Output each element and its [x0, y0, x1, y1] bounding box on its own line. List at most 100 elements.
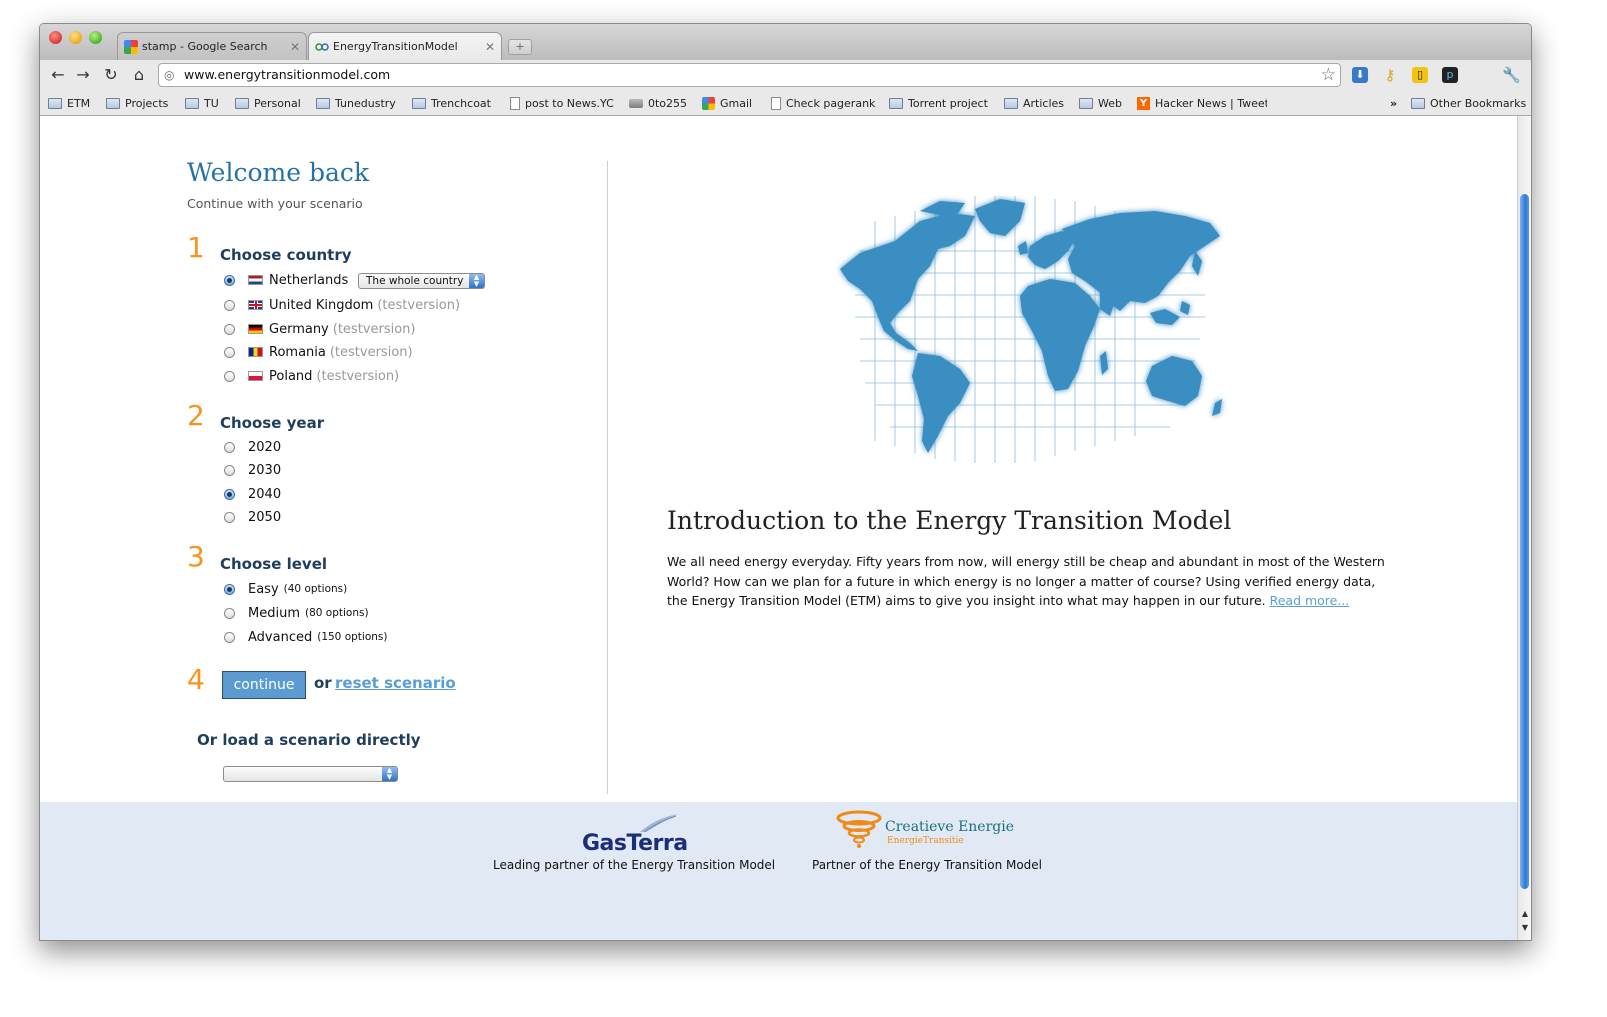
tab-close-icon[interactable]: ✕ [288, 40, 302, 54]
bookmark-folder[interactable]: Web [1079, 95, 1122, 111]
pinboard-extension-icon[interactable]: p [1442, 67, 1458, 83]
read-more-link[interactable]: Read more... [1270, 593, 1350, 608]
page-icon [771, 96, 781, 110]
country-label: Romania [269, 344, 326, 360]
url-text: www.energytransitionmodel.com [184, 67, 391, 82]
level-options-count: (40 options) [283, 583, 348, 595]
bookmarks-bar: ETM Projects TU Personal Tunedustry Tren… [40, 91, 1531, 116]
step-number: 4 [187, 663, 205, 696]
folder-icon [185, 97, 199, 109]
download-extension-icon[interactable]: ⬇ [1352, 67, 1368, 83]
step-title-year: Choose year [220, 414, 325, 432]
bookmark-folder[interactable]: Tunedustry [316, 95, 396, 111]
radio-button[interactable] [224, 441, 235, 453]
year-option-2020[interactable]: 2020 [224, 438, 281, 456]
home-button[interactable]: ⌂ [128, 65, 150, 85]
year-option-2030[interactable]: 2030 [224, 461, 281, 479]
country-option-romania[interactable]: Romania (testversion) [224, 343, 413, 361]
creatieve-energie-swirl-icon [836, 810, 882, 848]
year-option-2040[interactable]: 2040 [224, 485, 281, 503]
bookmark-folder[interactable]: Torrent project [889, 95, 988, 111]
radio-button[interactable] [224, 323, 235, 335]
bookmark-label: Hacker News | Tweet [1155, 96, 1267, 110]
continue-button[interactable]: continue [222, 671, 306, 699]
bookmark-folder[interactable]: TU [185, 95, 219, 111]
close-window-button[interactable] [49, 31, 62, 44]
tab-energy-transition-model[interactable]: EnergyTransitionModel ✕ [308, 32, 502, 60]
radio-button[interactable] [224, 299, 235, 311]
radio-button[interactable] [224, 274, 235, 286]
bookmark-folder[interactable]: Trenchcoat [412, 95, 491, 111]
bookmark-folder[interactable]: Personal [235, 95, 301, 111]
radio-button[interactable] [224, 511, 235, 523]
scroll-down-arrow-icon[interactable]: ▼ [1518, 922, 1531, 934]
scrollbar-thumb[interactable] [1520, 194, 1529, 889]
radio-button[interactable] [224, 464, 235, 476]
wrench-menu-icon[interactable]: 🔧 [1502, 67, 1521, 83]
bookmark-star-icon[interactable]: ☆ [1321, 65, 1336, 85]
year-label: 2020 [248, 439, 282, 455]
folder-icon [1004, 97, 1018, 109]
country-option-netherlands[interactable]: Netherlands [224, 271, 348, 289]
romania-flag-icon [248, 347, 263, 357]
folder-icon [316, 97, 330, 109]
reset-scenario-link[interactable]: reset scenario [335, 674, 456, 692]
forward-button[interactable]: → [72, 65, 94, 85]
back-button[interactable]: ← [47, 65, 69, 85]
bookmark-label: » [1390, 96, 1398, 110]
country-option-united-kingdom[interactable]: United Kingdom (testversion) [224, 296, 460, 314]
google-icon [702, 96, 715, 110]
scroll-up-arrow-icon[interactable]: ▲ [1518, 908, 1531, 920]
netherlands-flag-icon [248, 275, 263, 285]
bookmark-link[interactable]: Y Hacker News | Tweet [1137, 95, 1267, 111]
testversion-note: (testversion) [316, 368, 400, 384]
gasterra-logo[interactable]: GasTerra [582, 831, 688, 856]
tab-google-search[interactable]: stamp - Google Search ✕ [117, 32, 307, 60]
country-label: United Kingdom [269, 297, 374, 313]
load-scenario-select[interactable]: ▲ ▼ [223, 766, 398, 782]
folder-icon [1079, 97, 1093, 109]
bookmark-folder[interactable]: Articles [1004, 95, 1064, 111]
reload-button[interactable]: ↻ [100, 65, 122, 85]
country-option-poland[interactable]: Poland (testversion) [224, 367, 399, 385]
year-option-2050[interactable]: 2050 [224, 508, 281, 526]
radio-button[interactable] [224, 631, 235, 643]
other-bookmarks-folder[interactable]: Other Bookmarks [1411, 95, 1526, 111]
zoom-window-button[interactable] [89, 31, 102, 44]
radio-button[interactable] [224, 346, 235, 358]
phone-extension-icon[interactable]: ▯ [1412, 67, 1428, 83]
new-tab-button[interactable]: + [508, 39, 532, 55]
bookmarks-overflow-button[interactable]: » [1390, 95, 1397, 111]
radio-button[interactable] [224, 370, 235, 382]
level-options-count: (150 options) [317, 631, 388, 643]
vertical-scrollbar[interactable]: ▲ ▼ [1517, 116, 1531, 940]
tab-close-icon[interactable]: ✕ [483, 40, 497, 54]
bookmark-link[interactable]: Check pagerank [771, 95, 875, 111]
radio-button[interactable] [224, 607, 235, 619]
level-option-medium[interactable]: Medium (80 options) [224, 604, 369, 622]
folder-icon [412, 97, 426, 109]
folder-icon [106, 97, 120, 109]
creatieve-energie-logo[interactable]: Creatieve Energie [885, 819, 1014, 835]
address-bar[interactable]: ◎ www.energytransitionmodel.com ☆ [158, 63, 1341, 87]
bookmark-link[interactable]: post to News.YC [510, 95, 614, 111]
key-extension-icon[interactable]: ⚷ [1382, 67, 1398, 83]
year-label: 2030 [248, 462, 282, 478]
testversion-note: (testversion) [329, 344, 413, 360]
level-option-advanced[interactable]: Advanced (150 options) [224, 628, 387, 646]
bookmark-folder[interactable]: ETM [48, 95, 90, 111]
minimize-window-button[interactable] [69, 31, 82, 44]
region-select[interactable]: The whole country ▲ ▼ [358, 273, 485, 289]
radio-button[interactable] [224, 488, 235, 500]
creatieve-energie-caption: Partner of the Energy Transition Model [812, 858, 1043, 872]
bookmark-link[interactable]: Gmail [702, 95, 752, 111]
bookmark-label: Gmail [720, 96, 753, 110]
bookmark-link[interactable]: 0to255 [629, 95, 687, 111]
radio-button[interactable] [224, 583, 235, 595]
bookmark-folder[interactable]: Projects [106, 95, 168, 111]
level-option-easy[interactable]: Easy (40 options) [224, 580, 347, 598]
united-kingdom-flag-icon [248, 300, 263, 310]
country-option-germany[interactable]: Germany (testversion) [224, 320, 416, 338]
testversion-note: (testversion) [377, 297, 461, 313]
step-title-country: Choose country [220, 246, 352, 264]
